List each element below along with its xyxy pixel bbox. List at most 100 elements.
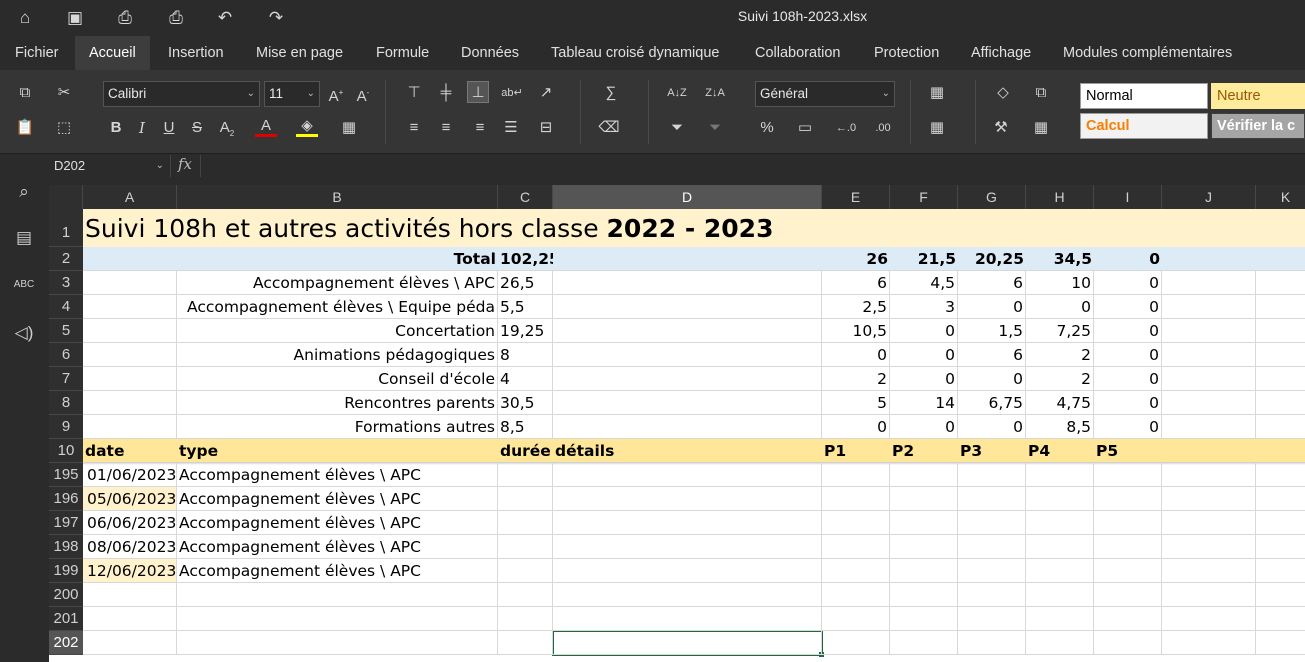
cell[interactable] — [553, 271, 822, 295]
cell[interactable] — [553, 247, 822, 271]
summary-g[interactable]: 6,75 — [958, 391, 1026, 415]
summary-g[interactable]: 0 — [958, 367, 1026, 391]
row-header[interactable]: 9 — [49, 415, 83, 439]
entry-date[interactable]: 06/06/2023 — [83, 511, 177, 535]
cell[interactable] — [1256, 367, 1305, 391]
total-e[interactable]: 26 — [822, 247, 890, 271]
summary-g[interactable]: 6 — [958, 271, 1026, 295]
style-normal[interactable]: Normal — [1080, 83, 1208, 109]
formula-input[interactable] — [200, 155, 1305, 177]
summary-g[interactable]: 0 — [958, 415, 1026, 439]
row-header[interactable]: 4 — [49, 295, 83, 319]
summary-c[interactable]: 8,5 — [498, 415, 553, 439]
header-date[interactable]: date — [83, 439, 177, 463]
fill-color-icon[interactable]: ◈ — [296, 117, 318, 137]
menu-collaboration[interactable]: Collaboration — [741, 36, 854, 70]
summary-g[interactable]: 1,5 — [958, 319, 1026, 343]
menu-affichage[interactable]: Affichage — [957, 36, 1045, 70]
summary-g[interactable]: 6 — [958, 343, 1026, 367]
cell[interactable] — [498, 583, 553, 607]
filter-icon[interactable]: ⏷ — [666, 117, 688, 139]
cell[interactable] — [958, 559, 1026, 583]
comment-icon[interactable]: ▤ — [12, 226, 36, 250]
cell[interactable] — [83, 319, 177, 343]
cell[interactable] — [958, 535, 1026, 559]
cut-icon[interactable]: ✂ — [53, 82, 75, 104]
summary-f[interactable]: 3 — [890, 295, 958, 319]
summary-label[interactable]: Conseil d'école — [177, 367, 498, 391]
summary-e[interactable]: 2 — [822, 367, 890, 391]
row-header[interactable]: 195 — [49, 463, 83, 487]
cell[interactable] — [1094, 463, 1162, 487]
sort-asc-icon[interactable]: A↓Z — [666, 82, 688, 104]
style-calc[interactable]: Calcul — [1080, 113, 1208, 139]
paste-icon[interactable]: 📋 — [14, 117, 36, 139]
cell[interactable] — [1256, 391, 1305, 415]
strikethrough-icon[interactable]: S — [186, 117, 208, 139]
cell[interactable] — [83, 271, 177, 295]
summary-label[interactable]: Animations pédagogiques — [177, 343, 498, 367]
row-header[interactable]: 198 — [49, 535, 83, 559]
row-header[interactable]: 3 — [49, 271, 83, 295]
italic-icon[interactable]: I — [131, 117, 153, 139]
row-header[interactable]: 199 — [49, 559, 83, 583]
cell[interactable] — [958, 631, 1026, 655]
cell[interactable] — [83, 247, 177, 271]
cell[interactable] — [890, 631, 958, 655]
menu-mise-en-page[interactable]: Mise en page — [242, 36, 357, 70]
clear-icon[interactable]: ⌫ — [598, 117, 620, 139]
cell[interactable] — [1162, 487, 1256, 511]
cell[interactable] — [177, 583, 498, 607]
cell[interactable] — [83, 583, 177, 607]
sheet-title[interactable]: Suivi 108h et autres activités hors clas… — [83, 209, 1305, 247]
cell[interactable] — [1026, 583, 1094, 607]
cell[interactable] — [822, 607, 890, 631]
cell[interactable] — [1094, 607, 1162, 631]
align-top-icon[interactable]: ⊤ — [403, 82, 425, 104]
summary-label[interactable]: Accompagnement élèves \ Equipe péda — [177, 295, 498, 319]
cell[interactable] — [83, 391, 177, 415]
format-painter-icon[interactable]: ⚒ — [990, 117, 1012, 139]
style-check[interactable]: Vérifier la c — [1211, 113, 1305, 139]
cell[interactable] — [1162, 319, 1256, 343]
cell[interactable] — [553, 343, 822, 367]
cell[interactable] — [1256, 463, 1305, 487]
cell[interactable] — [1162, 583, 1256, 607]
cell[interactable] — [822, 535, 890, 559]
row-header[interactable]: 6 — [49, 343, 83, 367]
cell[interactable] — [553, 463, 822, 487]
row-header[interactable]: 10 — [49, 439, 83, 463]
borders-icon[interactable]: ▦ — [338, 117, 360, 139]
spreadsheet-grid[interactable]: A B C D E F G H I J K 1 Suivi 108h et au… — [49, 185, 1305, 662]
cell[interactable] — [553, 631, 822, 655]
decrease-decimal-icon[interactable]: .00 — [872, 117, 894, 139]
cell[interactable] — [1162, 439, 1305, 463]
total-i[interactable]: 0 — [1094, 247, 1162, 271]
cell[interactable] — [553, 583, 822, 607]
header-p5[interactable]: P5 — [1094, 439, 1162, 463]
row-header[interactable]: 8 — [49, 391, 83, 415]
row-header[interactable]: 2 — [49, 247, 83, 271]
summary-h[interactable]: 4,75 — [1026, 391, 1094, 415]
cell[interactable] — [83, 295, 177, 319]
delete-cells-icon[interactable]: ▦ — [926, 117, 948, 139]
cell[interactable] — [553, 535, 822, 559]
cell[interactable] — [1256, 583, 1305, 607]
summary-e[interactable]: 0 — [822, 343, 890, 367]
summary-e[interactable]: 0 — [822, 415, 890, 439]
cell[interactable] — [1162, 295, 1256, 319]
copy-icon[interactable]: ⧉ — [14, 82, 36, 104]
cell[interactable] — [1256, 631, 1305, 655]
cell[interactable] — [822, 631, 890, 655]
cell[interactable] — [553, 367, 822, 391]
summary-i[interactable]: 0 — [1094, 367, 1162, 391]
cell[interactable] — [553, 487, 822, 511]
header-p3[interactable]: P3 — [958, 439, 1026, 463]
column-header-f[interactable]: F — [890, 185, 958, 209]
cell[interactable] — [1162, 607, 1256, 631]
summary-f[interactable]: 0 — [890, 367, 958, 391]
insert-cells-icon[interactable]: ▦ — [926, 82, 948, 104]
summary-label[interactable]: Accompagnement élèves \ APC — [177, 271, 498, 295]
spellcheck-icon[interactable]: ABC — [12, 273, 36, 297]
cell[interactable] — [822, 559, 890, 583]
